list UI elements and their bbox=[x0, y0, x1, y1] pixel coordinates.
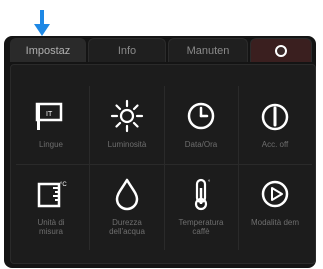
setting-water-hardness-label-line1: Durezza bbox=[112, 218, 142, 227]
language-flag-icon: IT bbox=[35, 102, 63, 130]
tab-bar: Impostaz Info Manuten bbox=[10, 38, 316, 64]
units-ruler-icon: °C bbox=[37, 182, 67, 208]
water-drop-icon bbox=[115, 178, 139, 211]
setting-date-time[interactable]: Data/Ora bbox=[168, 90, 234, 162]
setting-water-hardness[interactable]: Durezza dell'acqua bbox=[94, 168, 160, 240]
setting-coffee-temperature[interactable]: ° Temperatura caffè bbox=[168, 168, 234, 240]
setting-date-time-label: Data/Ora bbox=[184, 140, 218, 149]
setting-units[interactable]: °C Unità di misura bbox=[18, 168, 84, 240]
thermometer-icon: ° bbox=[194, 178, 211, 211]
setting-water-hardness-label-line2: dell'acqua bbox=[109, 227, 145, 236]
setting-coffee-temperature-label: Temperatura caffè bbox=[166, 218, 236, 236]
tab-info[interactable]: Info bbox=[88, 38, 166, 62]
grid-divider bbox=[238, 86, 239, 250]
setting-units-label: Unità di misura bbox=[16, 218, 86, 236]
play-circle-icon bbox=[261, 180, 289, 208]
setting-units-label-line1: Unità di bbox=[37, 218, 65, 227]
grid-divider bbox=[89, 86, 90, 250]
setting-coffee-temperature-label-line1: Temperatura bbox=[178, 218, 224, 227]
tab-maintenance[interactable]: Manuten bbox=[168, 38, 248, 62]
tab-maintenance-label: Manuten bbox=[186, 44, 230, 57]
setting-units-label-line2: misura bbox=[38, 227, 63, 236]
clock-tab-icon bbox=[275, 44, 287, 57]
setting-demo-mode-label: Modalità dem bbox=[250, 218, 300, 227]
tab-settings[interactable]: Impostaz bbox=[10, 38, 86, 62]
language-badge: IT bbox=[46, 111, 53, 118]
tab-info-label: Info bbox=[117, 44, 137, 57]
tab-clock[interactable] bbox=[250, 38, 312, 62]
setting-water-hardness-label: Durezza dell'acqua bbox=[92, 218, 162, 236]
units-badge: °C bbox=[60, 182, 67, 188]
setting-coffee-temperature-label-line2: caffè bbox=[192, 227, 210, 236]
power-on-off-icon bbox=[261, 103, 289, 131]
setting-power-label: Acc. off bbox=[261, 140, 289, 149]
svg-text:°: ° bbox=[208, 180, 211, 186]
setting-power[interactable]: Acc. off bbox=[242, 90, 308, 162]
setting-language[interactable]: IT Lingue bbox=[18, 90, 84, 162]
setting-language-label: Lingue bbox=[38, 140, 64, 149]
setting-brightness[interactable]: Luminosità bbox=[94, 90, 160, 162]
grid-divider bbox=[164, 86, 165, 250]
brightness-sun-icon bbox=[110, 99, 144, 133]
tab-settings-label: Impostaz bbox=[25, 44, 71, 57]
setting-demo-mode[interactable]: Modalità dem bbox=[242, 168, 308, 240]
clock-icon bbox=[187, 102, 215, 130]
grid-divider bbox=[16, 164, 312, 165]
setting-brightness-label: Luminosità bbox=[107, 140, 147, 149]
settings-grid: IT Lingue Luminosità Data/Ora Acc. off °… bbox=[16, 86, 316, 266]
